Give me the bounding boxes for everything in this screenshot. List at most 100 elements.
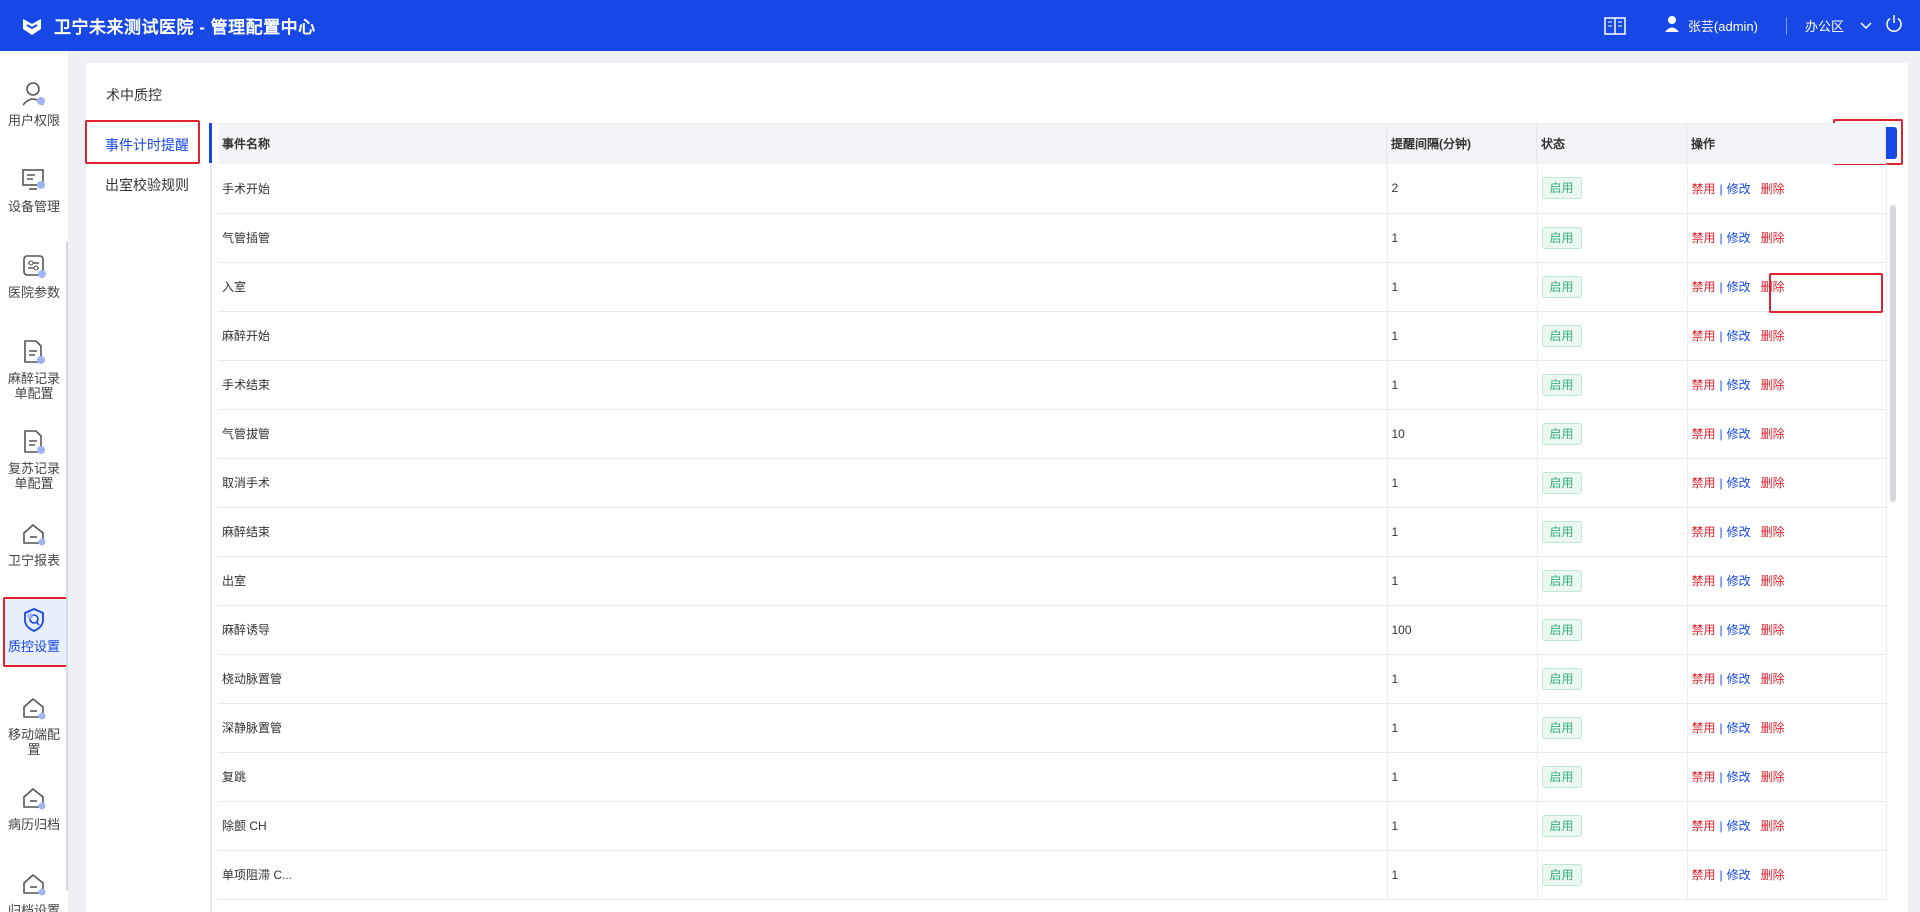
disable-button[interactable]: 禁用 (1692, 427, 1716, 441)
delete-button[interactable]: 删除 (1761, 329, 1785, 343)
disable-button[interactable]: 禁用 (1692, 721, 1716, 735)
delete-button[interactable]: 删除 (1761, 770, 1785, 784)
edit-button[interactable]: 修改 (1727, 476, 1751, 490)
disable-button[interactable]: 禁用 (1692, 868, 1716, 882)
edit-button[interactable]: 修改 (1727, 231, 1751, 245)
nav-item-hospital-params[interactable]: 医院参数 (0, 251, 68, 300)
delete-button[interactable]: 删除 (1761, 819, 1785, 833)
power-icon[interactable] (1884, 14, 1904, 37)
chevron-down-icon[interactable] (1860, 18, 1872, 33)
delete-button[interactable]: 删除 (1761, 574, 1785, 588)
table-row: 复跳 1 启用 禁用 | 修改 删除 (218, 752, 1887, 802)
table-scrollbar[interactable] (1890, 205, 1896, 502)
actions-cell: 禁用 | 修改 删除 (1687, 458, 1887, 508)
delete-button[interactable]: 删除 (1761, 868, 1785, 882)
edit-button[interactable]: 修改 (1727, 574, 1751, 588)
actions-cell: 禁用 | 修改 删除 (1687, 311, 1887, 361)
sliders-icon (19, 251, 49, 281)
area-selector[interactable]: 办公区 (1805, 16, 1844, 35)
disable-button[interactable]: 禁用 (1692, 819, 1716, 833)
delete-button[interactable]: 删除 (1761, 476, 1785, 490)
disable-button[interactable]: 禁用 (1692, 672, 1716, 686)
actions-cell: 禁用 | 修改 删除 (1687, 654, 1887, 704)
interval-cell: 1 (1387, 556, 1538, 606)
delete-button[interactable]: 删除 (1761, 378, 1785, 392)
nav-item-recovery-record-config[interactable]: 复苏记录单配置 (0, 427, 68, 491)
event-name-cell: 复跳 (218, 752, 1388, 802)
edit-button[interactable]: 修改 (1727, 427, 1751, 441)
nav-item-quality-control-settings[interactable]: 质控设置 (0, 605, 68, 654)
nav-label: 设备管理 (7, 199, 60, 214)
status-badge: 启用 (1541, 373, 1582, 396)
edit-button[interactable]: 修改 (1727, 819, 1751, 833)
edit-button[interactable]: 修改 (1727, 329, 1751, 343)
nav-item-anesthesia-record-config[interactable]: 麻醉记录单配置 (0, 337, 68, 401)
edit-button[interactable]: 修改 (1727, 770, 1751, 784)
disable-button[interactable]: 禁用 (1692, 770, 1716, 784)
book-icon[interactable] (1604, 16, 1626, 35)
disable-button[interactable]: 禁用 (1692, 182, 1716, 196)
edit-button[interactable]: 修改 (1727, 672, 1751, 686)
table-row: 手术结束 1 启用 禁用 | 修改 删除 (218, 360, 1887, 410)
delete-button[interactable]: 删除 (1761, 231, 1785, 245)
nav-scrollbar[interactable] (66, 241, 68, 891)
interval-cell: 1 (1387, 850, 1538, 900)
user-name: 张芸(admin) (1687, 19, 1758, 34)
delete-button[interactable]: 删除 (1761, 672, 1785, 686)
action-separator: | (1719, 721, 1723, 735)
table-row: 单项阻滞 C... 1 启用 禁用 | 修改 删除 (218, 850, 1887, 900)
subnav-item-exit-validation-rules[interactable]: 出室校验规则 (86, 175, 208, 195)
shield-icon (19, 605, 49, 635)
subnav-item-event-timer-reminder[interactable]: 事件计时提醒 (86, 135, 208, 155)
action-separator: | (1719, 476, 1723, 490)
status-cell: 启用 (1537, 752, 1688, 802)
nav-label: 麻醉记录单配置 (7, 371, 60, 401)
nav-item-archive-settings[interactable]: 归档设置 (0, 869, 68, 912)
edit-button[interactable]: 修改 (1727, 182, 1751, 196)
nav-label: 病历归档 (7, 817, 60, 832)
action-separator: | (1719, 378, 1723, 392)
disable-button[interactable]: 禁用 (1692, 525, 1716, 539)
actions-cell: 禁用 | 修改 删除 (1687, 752, 1887, 802)
disable-button[interactable]: 禁用 (1692, 623, 1716, 637)
disable-button[interactable]: 禁用 (1692, 378, 1716, 392)
nav-item-record-archive[interactable]: 病历归档 (0, 783, 68, 832)
delete-button[interactable]: 删除 (1761, 525, 1785, 539)
header-interval: 提醒间隔(分钟) (1387, 124, 1537, 164)
user-menu[interactable]: 张芸(admin) (1664, 15, 1758, 36)
actions-cell: 禁用 | 修改 删除 (1687, 409, 1887, 459)
actions-cell: 禁用 | 修改 删除 (1687, 213, 1887, 263)
interval-cell: 1 (1387, 752, 1538, 802)
actions-cell: 禁用 | 修改 删除 (1687, 801, 1887, 851)
nav-label: 复苏记录单配置 (7, 461, 60, 491)
disable-button[interactable]: 禁用 (1692, 329, 1716, 343)
disable-button[interactable]: 禁用 (1692, 476, 1716, 490)
nav-item-mobile-config[interactable]: 移动端配置 (0, 693, 68, 757)
action-separator: | (1719, 672, 1723, 686)
delete-button[interactable]: 删除 (1761, 182, 1785, 196)
nav-item-winning-reports[interactable]: 卫宁报表 (0, 519, 68, 568)
event-name-cell: 取消手术 (218, 458, 1388, 508)
disable-button[interactable]: 禁用 (1692, 231, 1716, 245)
delete-button[interactable]: 删除 (1761, 623, 1785, 637)
edit-button[interactable]: 修改 (1727, 525, 1751, 539)
delete-button[interactable]: 删除 (1761, 427, 1785, 441)
nav-item-user-permissions[interactable]: 用户权限 (0, 79, 68, 128)
edit-button[interactable]: 修改 (1727, 280, 1751, 294)
action-separator: | (1719, 329, 1723, 343)
actions-cell: 禁用 | 修改 删除 (1687, 507, 1887, 557)
interval-cell: 2 (1387, 164, 1538, 214)
edit-button[interactable]: 修改 (1727, 868, 1751, 882)
edit-button[interactable]: 修改 (1727, 623, 1751, 637)
action-separator: | (1719, 280, 1723, 294)
event-name-cell: 麻醉诱导 (218, 605, 1388, 655)
delete-button[interactable]: 删除 (1761, 721, 1785, 735)
table-row: 麻醉结束 1 启用 禁用 | 修改 删除 (218, 507, 1887, 557)
disable-button[interactable]: 禁用 (1692, 280, 1716, 294)
nav-item-device-management[interactable]: 设备管理 (0, 165, 68, 214)
edit-button[interactable]: 修改 (1727, 721, 1751, 735)
action-separator: | (1719, 819, 1723, 833)
edit-button[interactable]: 修改 (1727, 378, 1751, 392)
disable-button[interactable]: 禁用 (1692, 574, 1716, 588)
header-divider (1785, 16, 1787, 35)
